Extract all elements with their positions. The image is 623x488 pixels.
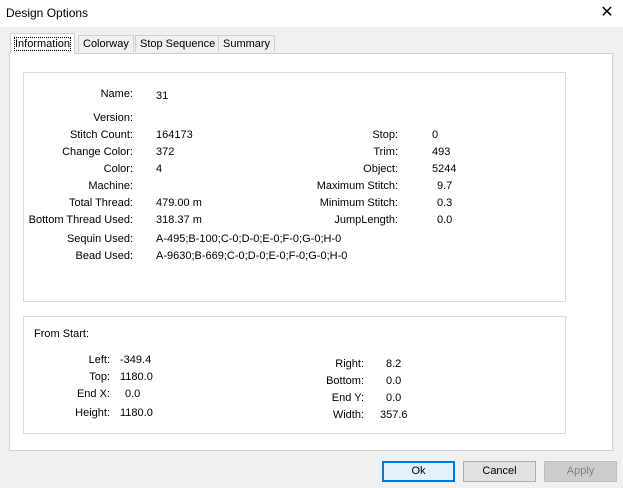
object-value: 5244 [432, 163, 457, 175]
tab-stop-sequence-label: Stop Sequence [140, 38, 216, 50]
window-title: Design Options [6, 6, 89, 20]
tab-summary-label: Summary [223, 38, 271, 50]
total-thread-label: Total Thread: [68, 197, 133, 209]
apply-button[interactable]: Apply [544, 461, 617, 482]
cancel-button[interactable]: Cancel [463, 461, 536, 482]
stop-label: Stop: [372, 129, 398, 141]
right-label: Right: [335, 358, 364, 370]
left-value: -349.4 [120, 354, 152, 366]
from-start-title: From Start: [34, 328, 90, 340]
jump-length-value: 0.0 [437, 214, 453, 226]
bead-label: Bead Used: [75, 250, 133, 262]
min-stitch-value: 0.3 [437, 197, 453, 209]
max-stitch-label: Maximum Stitch: [316, 180, 398, 192]
name-label: Name: [100, 88, 133, 100]
tab-stop-sequence[interactable]: Stop Sequence [135, 35, 221, 52]
max-stitch-value: 9.7 [437, 180, 453, 192]
bottom-thread-value: 318.37 m [156, 214, 202, 226]
stitch-count-label: Stitch Count: [70, 129, 133, 141]
stitch-count-value: 164173 [156, 129, 193, 141]
stop-value: 0 [432, 129, 439, 141]
left-label: Left: [88, 354, 110, 366]
bottom-thread-label: Bottom Thread Used: [28, 214, 133, 226]
total-thread-value: 479.00 m [156, 197, 202, 209]
bead-value: A-9630;B-669;C-0;D-0;E-0;F-0;G-0;H-0 [156, 250, 348, 262]
color-label: Color: [103, 163, 133, 175]
sequin-value: A-495;B-100;C-0;D-0;E-0;F-0;G-0;H-0 [156, 233, 342, 245]
name-value: 31 [156, 90, 169, 102]
close-icon[interactable]: ✕ [597, 4, 617, 22]
tab-information[interactable]: Information [10, 33, 76, 54]
change-color-label: Change Color: [62, 146, 133, 158]
version-label: Version: [93, 112, 133, 124]
ok-button[interactable]: Ok [382, 461, 455, 482]
tab-colorway-label: Colorway [83, 38, 129, 50]
height-label: Height: [75, 407, 110, 419]
width-value: 357.6 [380, 409, 408, 421]
end-y-value: 0.0 [386, 392, 402, 404]
top-value: 1180.0 [120, 371, 153, 383]
end-x-value: 0.0 [125, 388, 141, 400]
bottom-value: 0.0 [386, 375, 402, 387]
color-value: 4 [156, 163, 163, 175]
end-y-label: End Y: [331, 392, 364, 404]
title-bar: Design Options ✕ [0, 0, 623, 27]
trim-label: Trim: [373, 146, 398, 158]
right-value: 8.2 [386, 358, 402, 370]
change-color-value: 372 [156, 146, 175, 158]
tab-colorway[interactable]: Colorway [78, 35, 134, 52]
object-label: Object: [363, 163, 398, 175]
tab-summary[interactable]: Summary [218, 35, 276, 52]
top-label: Top: [89, 371, 110, 383]
tab-information-label: Information [13, 37, 72, 51]
min-stitch-label: Minimum Stitch: [319, 197, 398, 209]
end-x-label: End X: [76, 388, 110, 400]
jump-length-label: JumpLength: [334, 214, 398, 226]
height-value: 1180.0 [120, 407, 153, 419]
bottom-label: Bottom: [326, 375, 364, 387]
width-label: Width: [332, 409, 364, 421]
trim-value: 493 [432, 146, 451, 158]
machine-label: Machine: [88, 180, 133, 192]
sequin-label: Sequin Used: [66, 233, 133, 245]
